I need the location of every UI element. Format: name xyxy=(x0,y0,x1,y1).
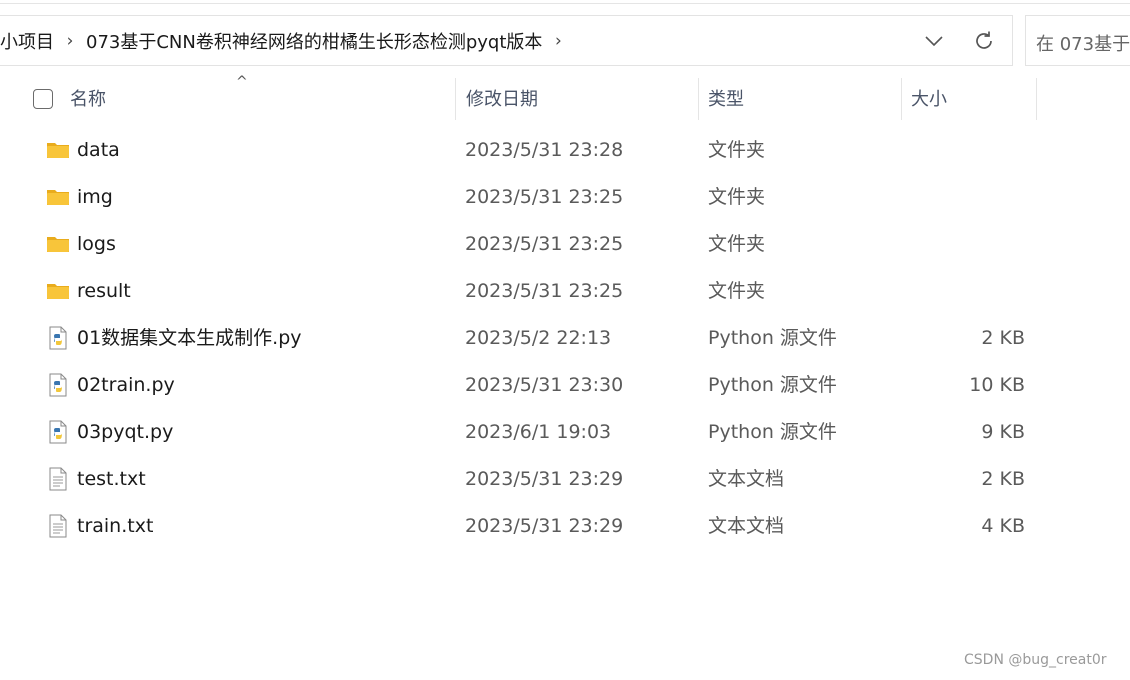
folder-icon xyxy=(46,185,70,209)
file-row[interactable]: test.txt 2023/5/31 23:29 文本文档 2 KB xyxy=(0,456,1040,503)
file-size: 2 KB xyxy=(981,327,1025,349)
file-modified-date: 2023/6/1 19:03 xyxy=(465,421,612,443)
window-top-edge xyxy=(0,0,1130,4)
file-row[interactable]: 02train.py 2023/5/31 23:30 Python 源文件 10 KB xyxy=(0,362,1040,409)
search-placeholder: 在 073基于C xyxy=(1036,34,1130,55)
column-header-size[interactable]: 大小 xyxy=(911,76,947,120)
breadcrumb-item-current[interactable]: 073基于CNN卷积神经网络的柑橘生长形态检测pyqt版本 xyxy=(84,28,544,54)
file-type: 文件夹 xyxy=(708,280,766,302)
breadcrumb-chevron-icon[interactable]: › xyxy=(544,31,572,51)
file-modified-date: 2023/5/31 23:25 xyxy=(465,186,624,208)
file-modified-date: 2023/5/31 23:29 xyxy=(465,515,624,537)
text-file-icon xyxy=(46,467,70,491)
file-size: 10 KB xyxy=(969,374,1025,396)
address-bar[interactable]: 小项目 › 073基于CNN卷积神经网络的柑橘生长形态检测pyqt版本 › xyxy=(0,15,1013,66)
python-file-icon xyxy=(46,420,70,444)
file-name: 01数据集文本生成制作.py xyxy=(77,327,302,349)
folder-icon xyxy=(46,232,70,256)
file-name: test.txt xyxy=(77,468,146,490)
column-header-type[interactable]: 类型 xyxy=(708,76,744,120)
file-modified-date: 2023/5/2 22:13 xyxy=(465,327,612,349)
file-modified-date: 2023/5/31 23:25 xyxy=(465,280,624,302)
file-modified-date: 2023/5/31 23:30 xyxy=(465,374,624,396)
file-modified-date: 2023/5/31 23:29 xyxy=(465,468,624,490)
file-type: 文件夹 xyxy=(708,186,766,208)
file-modified-date: 2023/5/31 23:28 xyxy=(465,139,624,161)
file-modified-date: 2023/5/31 23:25 xyxy=(465,233,624,255)
file-row[interactable]: data 2023/5/31 23:28 文件夹 xyxy=(0,127,1040,174)
column-header-name[interactable]: 名称 xyxy=(70,76,106,120)
column-header-date[interactable]: 修改日期 xyxy=(466,76,538,120)
file-row[interactable]: logs 2023/5/31 23:25 文件夹 xyxy=(0,221,1040,268)
column-header-row: ^ 名称 修改日期 类型 大小 xyxy=(0,74,1040,120)
file-row[interactable]: 01数据集文本生成制作.py 2023/5/2 22:13 Python 源文件 2 … xyxy=(0,315,1040,362)
chevron-down-icon xyxy=(925,36,943,47)
column-divider[interactable] xyxy=(698,78,699,120)
breadcrumb: 小项目 › 073基于CNN卷积神经网络的柑橘生长形态检测pyqt版本 › xyxy=(0,16,572,65)
file-row[interactable]: 03pyqt.py 2023/6/1 19:03 Python 源文件 9 KB xyxy=(0,409,1040,456)
text-file-icon xyxy=(46,514,70,538)
column-divider[interactable] xyxy=(1036,78,1037,120)
file-row[interactable]: result 2023/5/31 23:25 文件夹 xyxy=(0,268,1040,315)
file-name: 02train.py xyxy=(77,374,175,396)
file-size: 4 KB xyxy=(981,515,1025,537)
file-type: Python 源文件 xyxy=(708,374,837,396)
file-type: 文件夹 xyxy=(708,139,766,161)
file-type: 文件夹 xyxy=(708,233,766,255)
file-row[interactable]: train.txt 2023/5/31 23:29 文本文档 4 KB xyxy=(0,503,1040,550)
file-type: 文本文档 xyxy=(708,515,785,537)
python-file-icon xyxy=(46,326,70,350)
select-all-checkbox[interactable] xyxy=(33,89,53,109)
address-history-dropdown-button[interactable] xyxy=(915,24,953,58)
refresh-icon xyxy=(976,31,992,49)
watermark: CSDN @bug_creat0r xyxy=(964,652,1107,668)
file-name: logs xyxy=(77,233,116,255)
file-type: 文本文档 xyxy=(708,468,785,490)
file-name: 03pyqt.py xyxy=(77,421,174,443)
folder-icon xyxy=(46,138,70,162)
folder-icon xyxy=(46,279,70,303)
file-type: Python 源文件 xyxy=(708,327,837,349)
file-size: 9 KB xyxy=(981,421,1025,443)
column-divider[interactable] xyxy=(455,78,456,120)
column-divider[interactable] xyxy=(901,78,902,120)
file-name: img xyxy=(77,186,113,208)
file-size: 2 KB xyxy=(981,468,1025,490)
search-input[interactable]: 在 073基于C xyxy=(1025,15,1130,66)
file-name: train.txt xyxy=(77,515,154,537)
breadcrumb-separator-icon[interactable]: › xyxy=(56,31,84,51)
breadcrumb-item-parent[interactable]: 小项目 xyxy=(0,28,56,54)
python-file-icon xyxy=(46,373,70,397)
file-type: Python 源文件 xyxy=(708,421,837,443)
refresh-button[interactable] xyxy=(965,24,1003,58)
file-name: result xyxy=(77,280,131,302)
sort-ascending-icon: ^ xyxy=(236,74,248,90)
file-name: data xyxy=(77,139,120,161)
file-row[interactable]: img 2023/5/31 23:25 文件夹 xyxy=(0,174,1040,221)
